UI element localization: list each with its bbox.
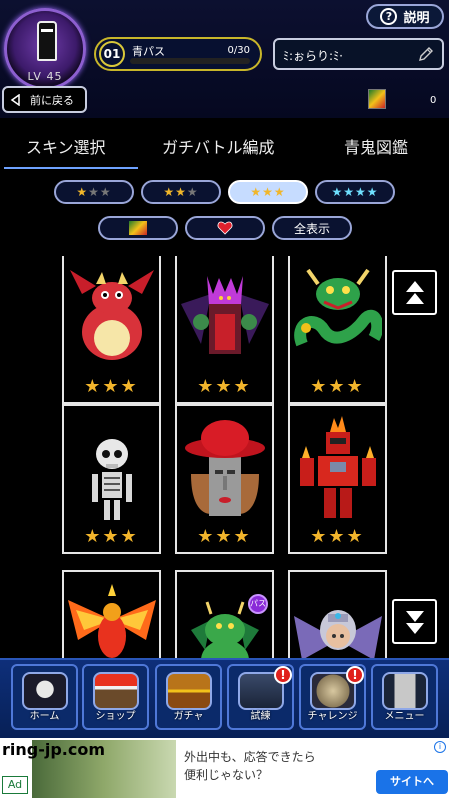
heart-icon [217, 221, 233, 235]
home-icon [22, 672, 68, 710]
bottom-nav: ホーム ショップ ガチャ 試練 ! チャレンジ ! メニュー [0, 658, 449, 738]
tab-gachi-battle[interactable]: ガチバトル編成 [162, 134, 274, 158]
green-dragon-baby-art [191, 601, 259, 658]
player-name: ﾐ:ぉらり:ﾐ· [283, 49, 343, 63]
scroll-to-top-button[interactable] [392, 270, 437, 315]
winged-knight-art [294, 610, 382, 658]
filter-2-star[interactable]: ★★ ★ [141, 180, 221, 204]
skin-card-fire-robot[interactable]: ★★★ [288, 404, 387, 554]
pass-progress[interactable]: 01 青パス 0/30 [94, 37, 262, 71]
double-down-arrow-icon [405, 610, 424, 634]
fire-robot-art [300, 416, 376, 518]
filter-2-star-lit: ★★ [163, 185, 187, 199]
filter-show-all[interactable]: 全表示 [272, 216, 352, 240]
filter-ticket[interactable] [98, 216, 178, 240]
ad-cta-button[interactable]: サイトへ [376, 770, 448, 794]
purple-demon-art [181, 276, 269, 354]
double-up-arrow-icon [405, 280, 424, 304]
player-name-field[interactable]: ﾐ:ぉらり:ﾐ· [273, 38, 444, 70]
filter-2-star-dim: ★ [186, 185, 199, 199]
ad-label: Ad [2, 776, 28, 794]
skin-card-moai-hat[interactable]: ★★★ [175, 404, 274, 554]
filter-1-star[interactable]: ★ ★★ [54, 180, 134, 204]
skin-stars: ★★★ [84, 376, 139, 397]
skin-card-red-dragon[interactable]: ★★★ [62, 256, 161, 404]
filter-1-star-dim: ★★ [88, 185, 112, 199]
skin-grid: ★★★ ★★★ ★★★ ★★★ ★★★ ★★★ パス [62, 256, 392, 658]
pencil-icon[interactable] [418, 46, 434, 62]
help-label: 説明 [403, 11, 430, 26]
nav-trial[interactable]: 試練 ! [227, 664, 294, 730]
nav-label: ショップ [95, 711, 136, 722]
ad-info-icon[interactable]: i [434, 741, 446, 753]
nav-menu[interactable]: メニュー [371, 664, 438, 730]
pass-name: 青パス [132, 45, 165, 58]
player-avatar[interactable]: LV 45 [4, 8, 86, 90]
alert-icon: ! [346, 666, 364, 684]
phoenix-art [68, 584, 156, 658]
nav-shop[interactable]: ショップ [82, 664, 149, 730]
pass-progress-text: 0/30 [227, 45, 250, 56]
filter-4-star[interactable]: ★★★★ [315, 180, 395, 204]
menu-icon [382, 672, 428, 710]
skeleton-art [92, 439, 132, 520]
ad-banner[interactable]: ring-jp.com Ad 外出中も、応答できたら 便利じゃない？ サイトへ … [0, 738, 449, 800]
skin-card-phoenix[interactable] [62, 570, 161, 658]
scroll-to-bottom-button[interactable] [392, 599, 437, 644]
skin-stars: ★★★ [197, 376, 252, 397]
pass-badge: パス [248, 594, 268, 614]
tab-bar: スキン選択 ガチバトル編成 青鬼図鑑 [0, 128, 449, 170]
filter-1-star-lit: ★ [76, 185, 89, 199]
skin-stars: ★★★ [310, 526, 365, 547]
back-label: 前に戻る [30, 93, 74, 107]
skin-stars: ★★★ [310, 376, 365, 397]
skin-card-winged-knight[interactable] [288, 570, 387, 658]
ad-headline: 外出中も、応答できたら 便利じゃない？ [184, 750, 316, 782]
help-button[interactable]: ? 説明 [366, 4, 444, 29]
back-arrow-icon [10, 93, 20, 106]
skin-card-green-dragon[interactable]: ★★★ [288, 256, 387, 404]
header: LV 45 ? 説明 01 青パス 0/30 ﾐ:ぉらり:ﾐ· 前に戻る 0 [0, 0, 449, 118]
filter-favorite[interactable] [185, 216, 265, 240]
question-icon: ? [380, 8, 398, 25]
treasure-chest-icon [166, 672, 212, 710]
nav-label: メニュー [384, 711, 425, 722]
nav-label: ホーム [29, 711, 60, 722]
nav-home[interactable]: ホーム [11, 664, 78, 730]
nav-label: 試練 [250, 711, 271, 722]
ticket-count: 0 [430, 95, 437, 106]
skin-card-purple-demon[interactable]: ★★★ [175, 256, 274, 404]
filter-3-star-lit: ★★★ [250, 185, 286, 199]
nav-challenge[interactable]: チャレンジ ! [299, 664, 366, 730]
skin-stars: ★★★ [84, 526, 139, 547]
nav-label: ガチャ [173, 711, 204, 722]
nav-gacha[interactable]: ガチャ [155, 664, 222, 730]
shop-icon [93, 672, 139, 710]
ticket-icon [368, 89, 386, 109]
avatar-figure [37, 21, 57, 61]
pass-number: 01 [99, 41, 125, 67]
red-dragon-art [70, 270, 154, 360]
filter-3-star[interactable]: ★★★ [228, 180, 308, 204]
nav-label: チャレンジ [307, 711, 358, 722]
filter-4-star-lit: ★★★★ [331, 185, 379, 199]
tab-aooni-encyclopedia[interactable]: 青鬼図鑑 [344, 134, 408, 158]
tab-skin-select[interactable]: スキン選択 [26, 134, 106, 158]
moai-hat-art [185, 420, 265, 516]
skin-stars: ★★★ [197, 526, 252, 547]
active-tab-indicator [4, 167, 138, 169]
alert-icon: ! [274, 666, 292, 684]
green-dragon-art [294, 268, 382, 347]
pass-progress-bar [130, 58, 250, 64]
ad-domain: ring-jp.com [2, 740, 106, 759]
skin-card-skeleton[interactable]: ★★★ [62, 404, 161, 554]
skin-card-green-dragon-baby[interactable]: パス [175, 570, 274, 658]
ticket-filter-icon [129, 221, 147, 235]
player-level: LV 45 [27, 70, 63, 83]
back-button[interactable]: 前に戻る [2, 86, 87, 113]
